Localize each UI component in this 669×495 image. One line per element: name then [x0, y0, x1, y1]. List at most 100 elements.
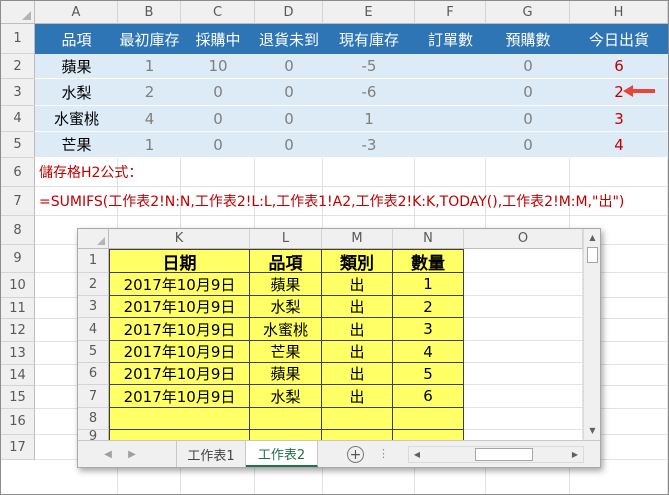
row-header-7[interactable]: 7: [1, 187, 35, 216]
table-cell[interactable]: 1: [323, 106, 415, 132]
column-header-A[interactable]: A: [35, 1, 118, 24]
table-header-cell[interactable]: 類別: [322, 249, 393, 273]
table-header-cell[interactable]: 日期: [109, 249, 250, 273]
row-header-12[interactable]: 12: [1, 319, 35, 342]
table-cell[interactable]: 蘋果: [250, 273, 322, 296]
table-cell[interactable]: 2017年10月9日: [109, 341, 250, 363]
table-cell[interactable]: 2: [118, 79, 181, 106]
row-header-2[interactable]: 2: [78, 273, 109, 296]
table-header-cell[interactable]: 最初庫存: [118, 24, 181, 54]
table-cell[interactable]: -6: [323, 79, 415, 106]
table-header-cell[interactable]: 數量: [393, 249, 464, 273]
table-cell[interactable]: 0: [486, 132, 570, 158]
row-header-1[interactable]: 1: [78, 249, 109, 273]
table-cell[interactable]: 0: [255, 79, 323, 106]
table-cell[interactable]: -3: [323, 132, 415, 158]
table-cell[interactable]: 2017年10月9日: [109, 318, 250, 341]
table-cell[interactable]: 6: [393, 385, 464, 408]
table-cell[interactable]: 0: [255, 54, 323, 79]
tab-sheet2[interactable]: 工作表2: [246, 441, 318, 467]
table-cell[interactable]: 出: [322, 363, 393, 385]
table-cell[interactable]: 蘋果: [250, 363, 322, 385]
table-cell[interactable]: 5: [393, 363, 464, 385]
row-header-4[interactable]: 4: [1, 106, 35, 132]
table-cell[interactable]: 出: [322, 341, 393, 363]
table-cell[interactable]: 2017年10月9日: [109, 385, 250, 408]
row-header-16[interactable]: 16: [1, 409, 35, 435]
table-cell[interactable]: 1: [118, 132, 181, 158]
empty-cell[interactable]: [250, 408, 322, 430]
table-cell[interactable]: 水蜜桃: [35, 106, 118, 132]
row-header-5[interactable]: 5: [1, 132, 35, 158]
row-header-6[interactable]: 6: [1, 158, 35, 187]
table-cell[interactable]: 2017年10月9日: [109, 363, 250, 385]
row-header-11[interactable]: 11: [1, 298, 35, 319]
scroll-up-icon[interactable]: ▲: [584, 229, 600, 246]
table-cell[interactable]: 3: [393, 318, 464, 341]
table-cell[interactable]: 芒果: [250, 341, 322, 363]
table-cell[interactable]: [415, 106, 486, 132]
table-cell[interactable]: 0: [486, 106, 570, 132]
table-cell[interactable]: 出: [322, 385, 393, 408]
column-header-M[interactable]: M: [322, 229, 393, 249]
table-cell[interactable]: [415, 132, 486, 158]
table-cell[interactable]: 出: [322, 273, 393, 296]
table-cell[interactable]: 水梨: [35, 79, 118, 106]
table-header-cell[interactable]: 今日出貨: [570, 24, 668, 54]
table-header-cell[interactable]: 預購數: [486, 24, 570, 54]
table-cell[interactable]: 6: [570, 54, 668, 79]
table-cell[interactable]: 水蜜桃: [250, 318, 322, 341]
more-options-icon[interactable]: ⋮: [378, 447, 389, 460]
table-cell[interactable]: [415, 79, 486, 106]
table-cell[interactable]: 2017年10月9日: [109, 273, 250, 296]
table-header-cell[interactable]: 訂單數: [415, 24, 486, 54]
column-header-N[interactable]: N: [393, 229, 464, 249]
table-cell[interactable]: 0: [255, 106, 323, 132]
horizontal-scroll-thumb[interactable]: [475, 448, 533, 461]
column-header-E[interactable]: E: [323, 1, 415, 24]
table-cell[interactable]: 0: [486, 79, 570, 106]
table-cell[interactable]: 芒果: [35, 132, 118, 158]
row-header-7[interactable]: 7: [78, 385, 109, 408]
row-header-3[interactable]: 3: [1, 79, 35, 106]
table-cell[interactable]: 0: [255, 132, 323, 158]
empty-cell[interactable]: [322, 408, 393, 430]
table-cell[interactable]: 3: [570, 106, 668, 132]
scroll-right-icon[interactable]: ▶: [567, 447, 583, 462]
column-header-H[interactable]: H: [570, 1, 668, 24]
chevron-left-icon[interactable]: ◀: [100, 446, 116, 462]
row-header-3[interactable]: 3: [78, 296, 109, 318]
column-header-D[interactable]: D: [255, 1, 323, 24]
empty-cell[interactable]: [109, 408, 250, 430]
plus-circle-icon[interactable]: +: [347, 446, 364, 463]
table-header-cell[interactable]: 品項: [35, 24, 118, 54]
empty-cell[interactable]: [393, 408, 464, 430]
horizontal-scrollbar[interactable]: ◀ ▶: [408, 446, 584, 463]
row-header-5[interactable]: 5: [78, 341, 109, 363]
row-header-13[interactable]: 13: [1, 342, 35, 365]
table-cell[interactable]: 水梨: [250, 296, 322, 318]
column-header-B[interactable]: B: [118, 1, 181, 24]
row-header-6[interactable]: 6: [78, 363, 109, 385]
column-header-K[interactable]: K: [109, 229, 250, 249]
vertical-scroll-thumb[interactable]: [587, 247, 598, 263]
table-cell[interactable]: 10: [181, 54, 255, 79]
table-header-cell[interactable]: 品項: [250, 249, 322, 273]
select-all-corner[interactable]: [78, 229, 109, 249]
row-header-2[interactable]: 2: [1, 54, 35, 79]
table-header-cell[interactable]: 採購中: [181, 24, 255, 54]
table-cell[interactable]: 4: [118, 106, 181, 132]
row-header-8[interactable]: 8: [1, 216, 35, 245]
table-cell[interactable]: 出: [322, 296, 393, 318]
table-cell[interactable]: 4: [570, 132, 668, 158]
column-header-L[interactable]: L: [250, 229, 322, 249]
table-cell[interactable]: 2: [393, 296, 464, 318]
column-header-G[interactable]: G: [486, 1, 570, 24]
select-all-corner[interactable]: [1, 1, 35, 24]
vertical-scrollbar[interactable]: ▲ ▼: [583, 229, 600, 440]
table-cell[interactable]: 出: [322, 318, 393, 341]
scroll-down-icon[interactable]: ▼: [584, 422, 600, 439]
table-cell[interactable]: [415, 54, 486, 79]
table-cell[interactable]: 蘋果: [35, 54, 118, 79]
table-cell[interactable]: 2017年10月9日: [109, 296, 250, 318]
